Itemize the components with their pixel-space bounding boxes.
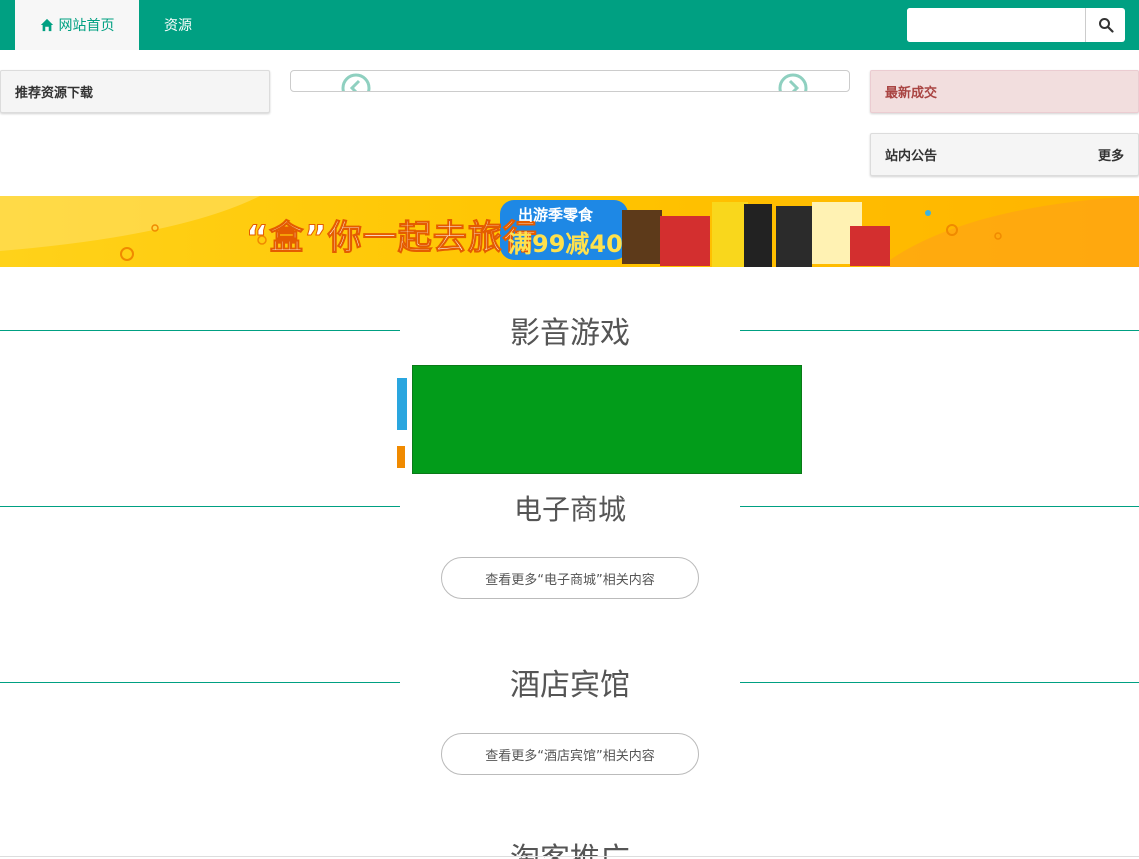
deals-panel-title: 最新成交 — [885, 86, 938, 101]
promo-banner[interactable]: “盒”你一起去旅行 出游季零食 满99减40 — [0, 196, 1139, 267]
chevron-right-icon[interactable] — [778, 73, 808, 92]
recommend-panel-header: 推荐资源下载 — [0, 70, 270, 113]
section-title-clip: 淘客推广 — [400, 830, 740, 859]
page-bottom-border — [0, 856, 1139, 857]
nav-tab-home[interactable]: 网站首页 — [15, 0, 139, 50]
chevron-left-icon[interactable] — [341, 73, 371, 92]
home-icon — [40, 18, 53, 32]
section-divider-left — [0, 506, 400, 507]
search-box — [907, 8, 1125, 42]
more-mall-button[interactable]: 查看更多“电子商城”相关内容 — [441, 557, 699, 599]
deals-panel-header: 最新成交 — [870, 70, 1139, 113]
nav-tab-resources[interactable]: 资源 — [139, 0, 217, 50]
notice-panel-title: 站内公告 — [885, 149, 938, 164]
top-navbar: 网站首页 资源 — [0, 0, 1139, 50]
section-title-media: 影音游戏 — [400, 308, 740, 352]
section-title-mall: 电子商城 — [400, 488, 740, 528]
section-divider-left — [0, 330, 400, 331]
section-title-hotel: 酒店宾馆 — [400, 660, 740, 704]
search-icon — [1098, 18, 1114, 33]
notice-more-link[interactable]: 更多 — [1098, 145, 1124, 164]
search-input[interactable] — [907, 8, 1085, 42]
section-divider-right — [740, 330, 1139, 331]
recommend-panel-title: 推荐资源下载 — [15, 86, 94, 101]
nav-tab-resources-label: 资源 — [164, 18, 192, 34]
banner-badge-line2: 满99减40 — [508, 230, 623, 258]
more-hotel-button[interactable]: 查看更多“酒店宾馆”相关内容 — [441, 733, 699, 775]
search-button[interactable] — [1085, 8, 1125, 42]
image-slider — [290, 70, 850, 92]
nav-tab-home-label: 网站首页 — [58, 18, 115, 34]
ad-placeholder-block[interactable] — [412, 365, 802, 474]
notice-panel-header: 站内公告 更多 — [870, 133, 1139, 176]
banner-badge-line1: 出游季零食 — [518, 206, 594, 224]
section-divider-right — [740, 682, 1139, 683]
banner-slogan: “盒”你一起去旅行 — [246, 218, 538, 259]
section-divider-right — [740, 506, 1139, 507]
section-divider-left — [0, 682, 400, 683]
